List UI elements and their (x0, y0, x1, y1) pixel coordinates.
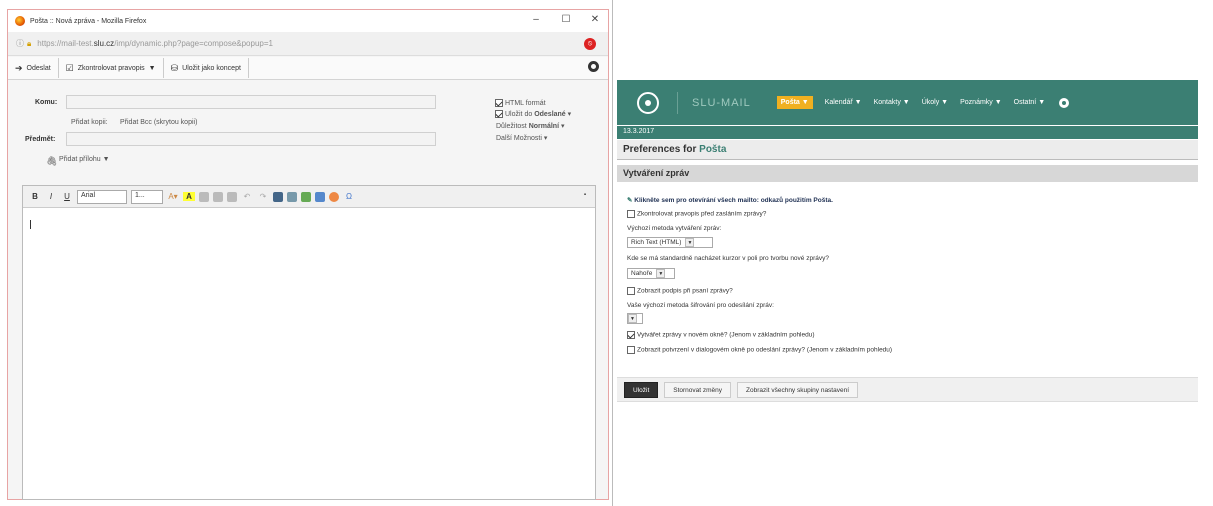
firefox-icon (15, 16, 25, 26)
gear-icon[interactable] (588, 61, 599, 72)
font-select[interactable]: Arial (77, 189, 127, 204)
bold-button[interactable]: B (29, 192, 41, 201)
encryption-select[interactable]: ▼ (627, 313, 643, 324)
university-logo-icon[interactable] (637, 91, 659, 114)
mailto-link[interactable]: ✎ Klikněte sem pro otevírání všech mailt… (627, 196, 833, 204)
page-title: Preferences for Pošta (617, 140, 1198, 160)
undo-icon[interactable]: ↶ (241, 192, 253, 201)
spellcheck-checkbox[interactable] (627, 210, 635, 218)
save-draft-button[interactable]: ⛁ Uložit jako koncept (164, 58, 249, 78)
align-right-icon[interactable] (227, 191, 237, 202)
text-cursor (30, 220, 31, 229)
compose-method-select[interactable]: Rich Text (HTML) ▼ (627, 237, 713, 248)
table-icon[interactable] (315, 191, 325, 202)
url-text: https://mail-test.slu.cz/imp/dynamic.php… (37, 39, 273, 48)
window-titlebar: Pošta :: Nová zpráva - Mozilla Firefox –… (8, 10, 608, 32)
arrow-right-icon: ➔ (15, 62, 23, 73)
save-button[interactable]: Uložit (624, 381, 659, 398)
more-options[interactable]: Další Možnosti ▾ (496, 134, 547, 142)
spellcheck-label: Zkontrolovat pravopis (77, 64, 145, 72)
image-icon[interactable] (301, 191, 311, 202)
find-icon[interactable] (273, 191, 283, 202)
html-format-option[interactable]: HTML formát (495, 99, 546, 107)
save-icon: ⛁ (170, 62, 179, 73)
chevron-down-icon: ▼ (656, 269, 666, 278)
pane-divider (612, 0, 613, 506)
save-to-option[interactable]: Uložit do Odeslané ▾ (495, 110, 571, 119)
chevron-down-icon: ▼ (148, 64, 156, 72)
priority-option[interactable]: Důležitost Normální ▾ (496, 122, 565, 130)
message-editor[interactable]: B I U Arial 1... A▾ A ↶ ↷ Ω ▪ (22, 185, 596, 500)
subject-field[interactable] (66, 132, 436, 146)
info-icon[interactable]: ⓘ (16, 38, 24, 49)
encryption-label: Vaše výchozí metoda šifrování pro odesíl… (627, 302, 774, 309)
confirm-dialog-option[interactable]: Zobrazit potvrzení v dialogovém okně po … (627, 346, 892, 354)
html-format-checkbox[interactable] (495, 99, 503, 107)
url-bar[interactable]: ⓘ 🔒︎ https://mail-test.slu.cz/imp/dynami… (8, 32, 608, 56)
menu-item-kalendar[interactable]: Kalendář ▼ (825, 99, 862, 106)
editor-resize-icon[interactable]: ▪ (579, 192, 591, 198)
to-label: Komu: (35, 99, 58, 106)
maximize-button[interactable]: ☐ (559, 14, 573, 25)
menu-item-ukoly[interactable]: Úkoly ▼ (922, 99, 948, 106)
special-char-icon[interactable]: Ω (343, 192, 355, 201)
save-draft-label: Uložit jako koncept (182, 64, 241, 72)
new-window-option[interactable]: Vytvářet zprávy v novém okně? (Jenom v z… (627, 331, 815, 339)
compose-window: Pošta :: Nová zpráva - Mozilla Firefox –… (7, 9, 609, 500)
app-header: SLU-MAIL Pošta ▼ Kalendář ▼ Kontakty ▼ Ú… (617, 80, 1198, 125)
cursor-position-select[interactable]: Nahoře ▼ (627, 268, 675, 279)
chevron-down-icon: ▼ (685, 238, 695, 247)
editor-toolbar: B I U Arial 1... A▾ A ↶ ↷ Ω ▪ (23, 186, 595, 208)
new-window-checkbox[interactable] (627, 331, 635, 339)
preferences-pane (617, 0, 1213, 506)
adblock-icon[interactable]: ⦸ (584, 38, 596, 50)
text-color-icon[interactable]: A▾ (167, 192, 179, 201)
spellcheck-option[interactable]: Zkontrolovat pravopis před zasláním zprá… (627, 210, 766, 218)
add-bcc-link[interactable]: Přidat Bcc (skrytou kopii) (120, 119, 197, 126)
attach-link[interactable]: Přidat přílohu ▼ (59, 156, 110, 163)
underline-button[interactable]: U (61, 192, 73, 201)
redo-icon[interactable]: ↷ (257, 192, 269, 201)
replace-icon[interactable] (287, 191, 297, 202)
save-to-checkbox[interactable] (495, 110, 503, 119)
undo-changes-button[interactable]: Stornovat změny (664, 381, 732, 398)
section-title: Vytváření zpráv (617, 165, 1198, 182)
lock-warning-icon[interactable]: 🔒︎ (27, 39, 31, 49)
subject-label: Předmět: (25, 136, 56, 143)
send-label: Odeslat (26, 64, 51, 72)
highlight-color-icon[interactable]: A (183, 192, 195, 201)
menu-item-ostatni[interactable]: Ostatní ▼ (1014, 99, 1045, 106)
minimize-button[interactable]: – (529, 14, 543, 25)
show-all-groups-button[interactable]: Zobrazit všechny skupiny nastavení (737, 381, 859, 398)
date-bar: 13.3.2017 (617, 126, 1198, 139)
gear-icon[interactable] (1059, 97, 1070, 108)
button-bar: Uložit Stornovat změny Zobrazit všechny … (617, 377, 1198, 402)
confirm-dialog-checkbox[interactable] (627, 346, 635, 354)
send-button[interactable]: ➔ Odeslat (8, 58, 59, 78)
app-name[interactable]: SLU-MAIL (677, 91, 751, 114)
compose-toolbar: ➔ Odeslat ☑ Zkontrolovat pravopis ▼ ⛁ Ul… (8, 57, 608, 80)
edit-icon: ✎ (627, 197, 633, 204)
edit-check-icon: ☑ (65, 62, 74, 73)
italic-button[interactable]: I (45, 192, 57, 201)
menu-item-poznamky[interactable]: Poznámky ▼ (960, 99, 1002, 106)
to-field[interactable] (66, 95, 436, 109)
font-size-select[interactable]: 1... (131, 189, 163, 204)
window-title: Pošta :: Nová zpráva - Mozilla Firefox (30, 17, 147, 25)
align-center-icon[interactable] (213, 191, 223, 202)
add-cc-link[interactable]: Přidat kopii: (71, 119, 108, 126)
smiley-icon[interactable] (329, 191, 339, 202)
paperclip-icon[interactable]: 🖇︎ (46, 156, 57, 167)
spellcheck-button[interactable]: ☑ Zkontrolovat pravopis ▼ (59, 58, 164, 78)
menu-item-posta[interactable]: Pošta ▼ (776, 96, 813, 109)
compose-method-label: Výchozí metoda vytváření zpráv: (627, 225, 722, 232)
signature-option[interactable]: Zobrazit podpis při psaní zprávy? (627, 287, 733, 295)
signature-checkbox[interactable] (627, 287, 635, 295)
chevron-down-icon: ▼ (628, 314, 637, 323)
align-left-icon[interactable] (199, 191, 209, 202)
close-button[interactable]: ✕ (588, 14, 602, 25)
menu-item-kontakty[interactable]: Kontakty ▼ (874, 99, 910, 106)
cursor-position-label: Kde se má standardně nacházet kurzor v p… (627, 255, 829, 262)
